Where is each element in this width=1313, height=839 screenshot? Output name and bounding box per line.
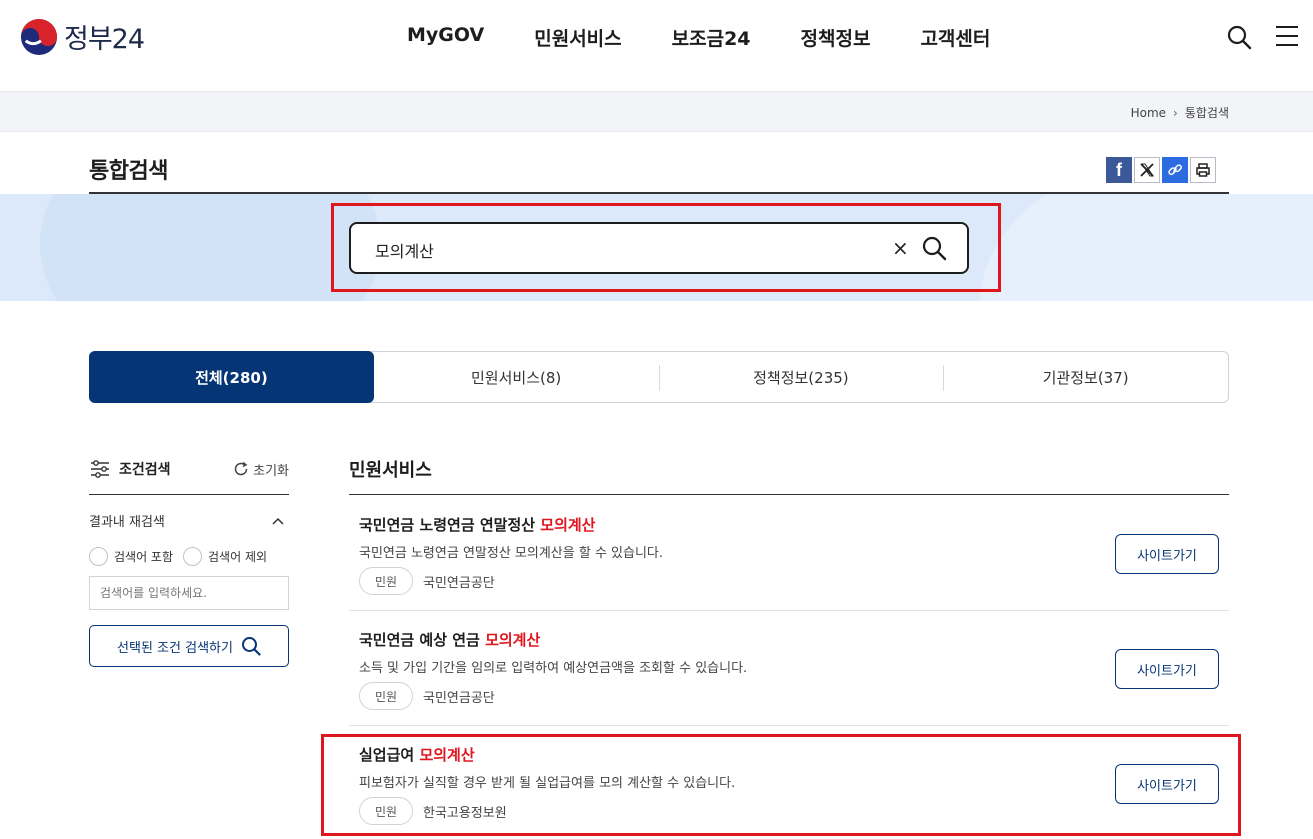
radio-include-label: 검색어 포함	[114, 550, 174, 564]
filter-sliders-icon	[91, 460, 109, 478]
go-to-site-button[interactable]: 사이트가기	[1115, 764, 1219, 804]
result-meta: 민원 국민연금공단	[359, 682, 495, 710]
result-item: 국민연금 노령연금 연말정산 모의계산 국민연금 노령연금 연말정산 모의계산을…	[349, 496, 1229, 611]
result-title-highlight: 모의계산	[419, 746, 475, 764]
refine-search-input[interactable]	[89, 576, 289, 610]
result-item: 실업급여 모의계산 피보험자가 실직할 경우 받게 될 실업급여를 모의 계산할…	[349, 726, 1229, 839]
share-buttons: f	[1106, 157, 1218, 183]
filter-header: 조건검색 초기화	[89, 455, 289, 483]
nav-item-support[interactable]: 고객센터	[920, 24, 990, 51]
result-title-highlight: 모의계산	[540, 516, 596, 534]
print-icon[interactable]	[1190, 157, 1216, 183]
filter-title: 조건검색	[119, 462, 171, 478]
radio-exclude-circle[interactable]	[183, 547, 203, 566]
breadcrumb-current: 통합검색	[1184, 106, 1229, 120]
tab-policy[interactable]: 정책정보(235)	[658, 352, 944, 402]
radio-exclude[interactable]: 검색어 제외	[183, 547, 267, 566]
condition-search-button[interactable]: 선택된 조건 검색하기	[89, 625, 289, 667]
chevron-right-icon: ›	[1173, 105, 1178, 120]
government-emblem-icon	[20, 18, 58, 55]
refine-options: 검색어 포함 검색어 제외	[89, 547, 289, 566]
facebook-icon[interactable]: f	[1106, 157, 1132, 183]
condition-filter-panel: 조건검색 초기화 결과내 재검색 검색어 포함 검색어 제외 선택된 조건 검색…	[89, 455, 289, 667]
clear-icon[interactable]: ×	[892, 237, 909, 259]
result-title[interactable]: 국민연금 노령연금 연말정산 모의계산	[359, 514, 595, 535]
chevron-up-icon	[272, 517, 284, 525]
go-to-site-button[interactable]: 사이트가기	[1115, 534, 1219, 574]
category-badge: 민원	[359, 797, 413, 825]
link-icon[interactable]	[1162, 157, 1188, 183]
result-item: 국민연금 예상 연금 모의계산 소득 및 가입 기간을 임의로 입력하여 예상연…	[349, 611, 1229, 726]
result-title[interactable]: 국민연금 예상 연금 모의계산	[359, 629, 540, 650]
result-description: 피보험자가 실직할 경우 받게 될 실업급여를 모의 계산할 수 있습니다.	[359, 776, 736, 791]
main-nav: MyGOV 민원서비스 보조금24 정책정보 고객센터	[407, 24, 1040, 51]
result-meta: 민원 국민연금공단	[359, 567, 495, 595]
site-header: 정부24 MyGOV 민원서비스 보조금24 정책정보 고객센터	[0, 0, 1313, 92]
hamburger-menu-icon[interactable]	[1276, 26, 1298, 46]
reset-button[interactable]: 초기화	[233, 460, 289, 479]
tab-civil-service[interactable]: 민원서비스(8)	[374, 352, 659, 402]
search-submit-icon[interactable]	[921, 235, 947, 261]
reset-label: 초기화	[253, 463, 289, 479]
refine-title: 결과내 재검색	[89, 515, 165, 530]
breadcrumb: Home › 통합검색	[1131, 104, 1229, 121]
result-title-text: 국민연금 노령연금 연말정산	[359, 516, 541, 534]
nav-item-policy[interactable]: 정책정보	[801, 24, 871, 51]
tab-agency[interactable]: 기관정보(37)	[943, 352, 1228, 402]
breadcrumb-home[interactable]: Home	[1131, 106, 1166, 120]
filter-divider	[89, 494, 289, 495]
radio-include-circle[interactable]	[89, 547, 108, 566]
nav-item-civil-service[interactable]: 민원서비스	[534, 24, 621, 51]
section-divider	[349, 494, 1229, 495]
site-logo[interactable]: 정부24	[20, 17, 145, 56]
result-title-text: 실업급여	[359, 746, 420, 764]
section-title: 민원서비스	[349, 460, 432, 481]
category-badge: 민원	[359, 682, 413, 710]
refresh-icon	[234, 461, 248, 476]
search-input-value[interactable]: 모의계산	[375, 238, 434, 262]
agency-name: 한국고용정보원	[423, 805, 507, 821]
radio-include[interactable]: 검색어 포함	[89, 547, 173, 566]
result-meta: 민원 한국고용정보원	[359, 797, 507, 825]
result-title[interactable]: 실업급여 모의계산	[359, 744, 475, 765]
nav-item-mygov[interactable]: MyGOV	[407, 24, 484, 51]
search-icon	[241, 637, 261, 656]
condition-search-label: 선택된 조건 검색하기	[117, 640, 233, 656]
radio-exclude-label: 검색어 제외	[208, 550, 268, 564]
search-input[interactable]: 모의계산 ×	[349, 222, 969, 274]
go-to-site-button[interactable]: 사이트가기	[1115, 649, 1219, 689]
category-badge: 민원	[359, 567, 413, 595]
tab-all[interactable]: 전체(280)	[89, 351, 374, 403]
result-title-text: 국민연금 예상 연금	[359, 631, 486, 649]
search-icon[interactable]	[1226, 24, 1252, 50]
agency-name: 국민연금공단	[423, 690, 495, 706]
result-description: 국민연금 노령연금 연말정산 모의계산을 할 수 있습니다.	[359, 546, 664, 561]
page-title: 통합검색	[89, 159, 168, 184]
breadcrumb-bar: Home › 통합검색	[0, 92, 1313, 132]
logo-text: 정부24	[64, 24, 145, 55]
nav-item-subsidy[interactable]: 보조금24	[672, 24, 751, 51]
result-description: 소득 및 가입 기간을 임의로 입력하여 예상연금액을 조회할 수 있습니다.	[359, 661, 748, 676]
agency-name: 국민연금공단	[423, 575, 495, 591]
result-tabs: 전체(280) 민원서비스(8) 정책정보(235) 기관정보(37)	[89, 351, 1229, 403]
x-icon[interactable]	[1134, 157, 1160, 183]
refine-toggle[interactable]: 결과내 재검색	[89, 511, 289, 530]
result-title-highlight: 모의계산	[485, 631, 541, 649]
